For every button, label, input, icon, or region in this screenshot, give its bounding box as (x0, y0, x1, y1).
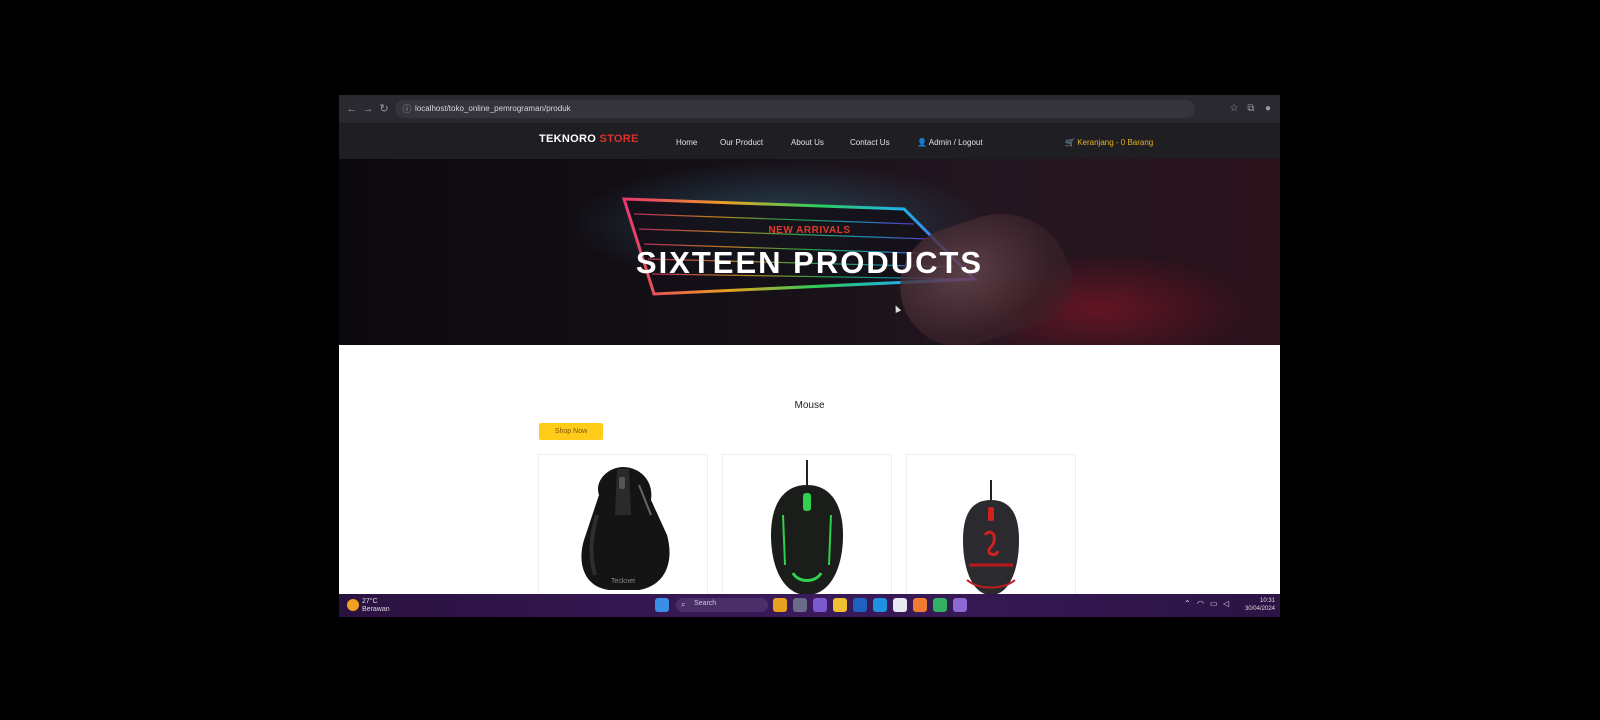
product-card[interactable] (722, 454, 892, 617)
taskbar: 27°C Berawan ⌕ Search ⌃ ◠ ▭ ◁ 10:31 30/0… (339, 594, 1280, 617)
category-title: Mouse (794, 400, 825, 411)
logo-text-accent: STORE (599, 133, 639, 145)
taskbar-search-label: Search (694, 600, 717, 607)
nav-contact-us[interactable]: Contact Us (850, 138, 890, 147)
site-info-icon[interactable]: ⓘ (401, 103, 413, 115)
clock-date: 30/04/2024 (1244, 606, 1275, 612)
clock-time: 10:31 (1259, 598, 1275, 604)
file-explorer-icon[interactable] (833, 598, 847, 612)
logo-text-main: TEKNORO (539, 133, 597, 145)
chevron-up-icon[interactable]: ⌃ (1184, 599, 1191, 608)
address-url[interactable]: localhost/toko_online_pemrograman/produk (415, 103, 571, 115)
widgets-icon[interactable] (773, 598, 787, 612)
product-card[interactable] (906, 454, 1076, 617)
profile-icon[interactable]: ● (1261, 102, 1275, 116)
start-icon[interactable] (655, 598, 669, 612)
chat-icon[interactable] (813, 598, 827, 612)
wifi-icon[interactable]: ◠ (1197, 599, 1204, 608)
user-icon: 👤 (917, 138, 927, 147)
hero-banner: NEW ARRIVALS SIXTEEN PRODUCTS (339, 159, 1280, 345)
clock[interactable]: 10:31 30/04/2024 (1235, 597, 1275, 613)
cart-link[interactable]: 🛒 Keranjang - 0 Barang (1065, 138, 1153, 147)
nav-admin-logout-label: Admin / Logout (928, 138, 983, 147)
weather-text: 27°C Berawan (362, 598, 390, 614)
shop-now-button[interactable]: Shop Now (539, 423, 603, 440)
app-icon[interactable] (953, 598, 967, 612)
browser-toolbar: ← → ↻ ⓘ localhost/toko_online_pemrograma… (339, 95, 1280, 124)
product-image-mouse-1: Tecknet (581, 467, 670, 590)
task-view-icon[interactable] (793, 598, 807, 612)
back-icon[interactable]: ← (345, 102, 359, 116)
battery-icon[interactable]: ▭ (1210, 599, 1218, 608)
app-icon[interactable] (913, 598, 927, 612)
nav-home[interactable]: Home (676, 138, 697, 147)
forward-icon[interactable]: → (361, 102, 375, 116)
product-image-mouse-3 (963, 480, 1019, 595)
weather-widget[interactable]: 27°C Berawan (347, 597, 390, 615)
cart-icon: 🛒 (1065, 138, 1075, 147)
svg-text:Tecknet: Tecknet (611, 578, 635, 585)
product-image-mouse-2 (771, 460, 843, 595)
hero-subtitle: NEW ARRIVALS (768, 225, 851, 236)
store-icon[interactable] (853, 598, 867, 612)
weather-desc: Berawan (362, 606, 390, 613)
address-bar[interactable]: ⓘ localhost/toko_online_pemrograman/prod… (395, 100, 1195, 118)
weather-icon (347, 599, 359, 611)
reload-icon[interactable]: ↻ (377, 102, 391, 116)
product-card[interactable]: Tecknet (538, 454, 708, 617)
hero-title: SIXTEEN PRODUCTS (635, 245, 984, 280)
nav-about-us[interactable]: About Us (791, 138, 824, 147)
weather-temp: 27°C (362, 598, 378, 605)
search-icon: ⌕ (681, 600, 686, 609)
site-navbar: TEKNORO STORE Home Our Product About Us … (339, 123, 1280, 159)
chrome-icon[interactable] (933, 598, 947, 612)
nav-admin-logout[interactable]: 👤 Admin / Logout (917, 138, 983, 147)
cart-label: Keranjang - 0 Barang (1077, 138, 1154, 147)
site-logo[interactable]: TEKNORO STORE (539, 133, 639, 145)
extensions-icon[interactable]: ⧉ (1244, 102, 1258, 116)
nav-our-product[interactable]: Our Product (720, 138, 763, 147)
app-icon[interactable] (893, 598, 907, 612)
volume-icon[interactable]: ◁ (1223, 599, 1229, 608)
edge-icon[interactable] (873, 598, 887, 612)
screen: ← → ↻ ⓘ localhost/toko_online_pemrograma… (339, 95, 1280, 617)
bookmark-icon[interactable]: ☆ (1227, 102, 1241, 116)
taskbar-search[interactable]: ⌕ Search (676, 598, 768, 612)
